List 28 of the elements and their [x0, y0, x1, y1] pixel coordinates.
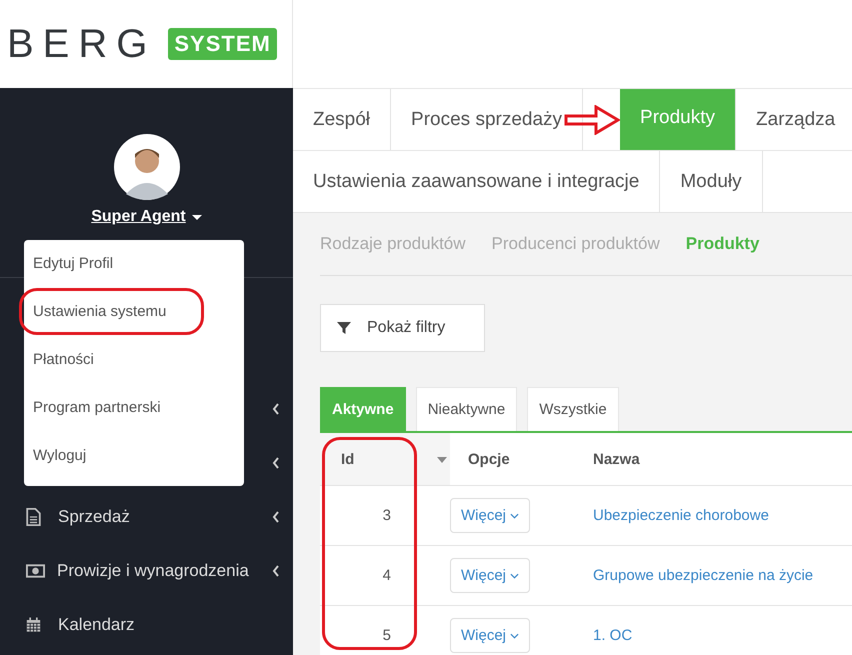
settings-tab[interactable]: Moduły: [660, 151, 763, 212]
sidebar-item[interactable]: Prowizje i wynagrodzenia: [57, 561, 249, 581]
column-header[interactable]: Nazwa: [593, 450, 640, 468]
table-cell: 4: [382, 567, 391, 584]
logo-badge: SYSTEM: [168, 28, 277, 60]
product-link[interactable]: Grupowe ubezpieczenie na życie: [593, 567, 814, 584]
status-tab[interactable]: Wszystkie: [527, 387, 619, 431]
menu-item[interactable]: Płatności: [24, 338, 244, 386]
sidebar-item[interactable]: Kalendarz: [58, 615, 135, 635]
table-cell: 3: [382, 507, 391, 524]
more-dropdown-button[interactable]: Więcej: [450, 498, 530, 533]
user-name-dropdown[interactable]: Super Agent: [91, 208, 202, 226]
menu-item[interactable]: Program partnerski: [24, 386, 244, 434]
filter-button[interactable]: Pokaż filtry: [320, 304, 485, 352]
menu-item[interactable]: Wyloguj: [24, 434, 244, 482]
logo-wordmark: BERG: [7, 22, 156, 66]
settings-tab[interactable]: Ustawienia zaawansowane i integracje: [293, 151, 660, 212]
product-link[interactable]: 1. OC: [593, 627, 632, 644]
more-dropdown-button[interactable]: Więcej: [450, 618, 530, 653]
menu-item[interactable]: Edytuj Profil: [24, 242, 244, 290]
menu-item[interactable]: Ustawienia systemu: [24, 290, 244, 338]
status-tab[interactable]: Nieaktywne: [416, 387, 518, 431]
more-dropdown-button[interactable]: Więcej: [450, 558, 530, 593]
column-header[interactable]: Opcje: [468, 450, 510, 468]
table-cell: 5: [382, 627, 391, 644]
product-link[interactable]: Ubezpieczenie chorobowe: [593, 507, 769, 524]
sidebar-item[interactable]: Sprzedaż: [58, 507, 130, 527]
column-header[interactable]: Id: [341, 450, 354, 468]
